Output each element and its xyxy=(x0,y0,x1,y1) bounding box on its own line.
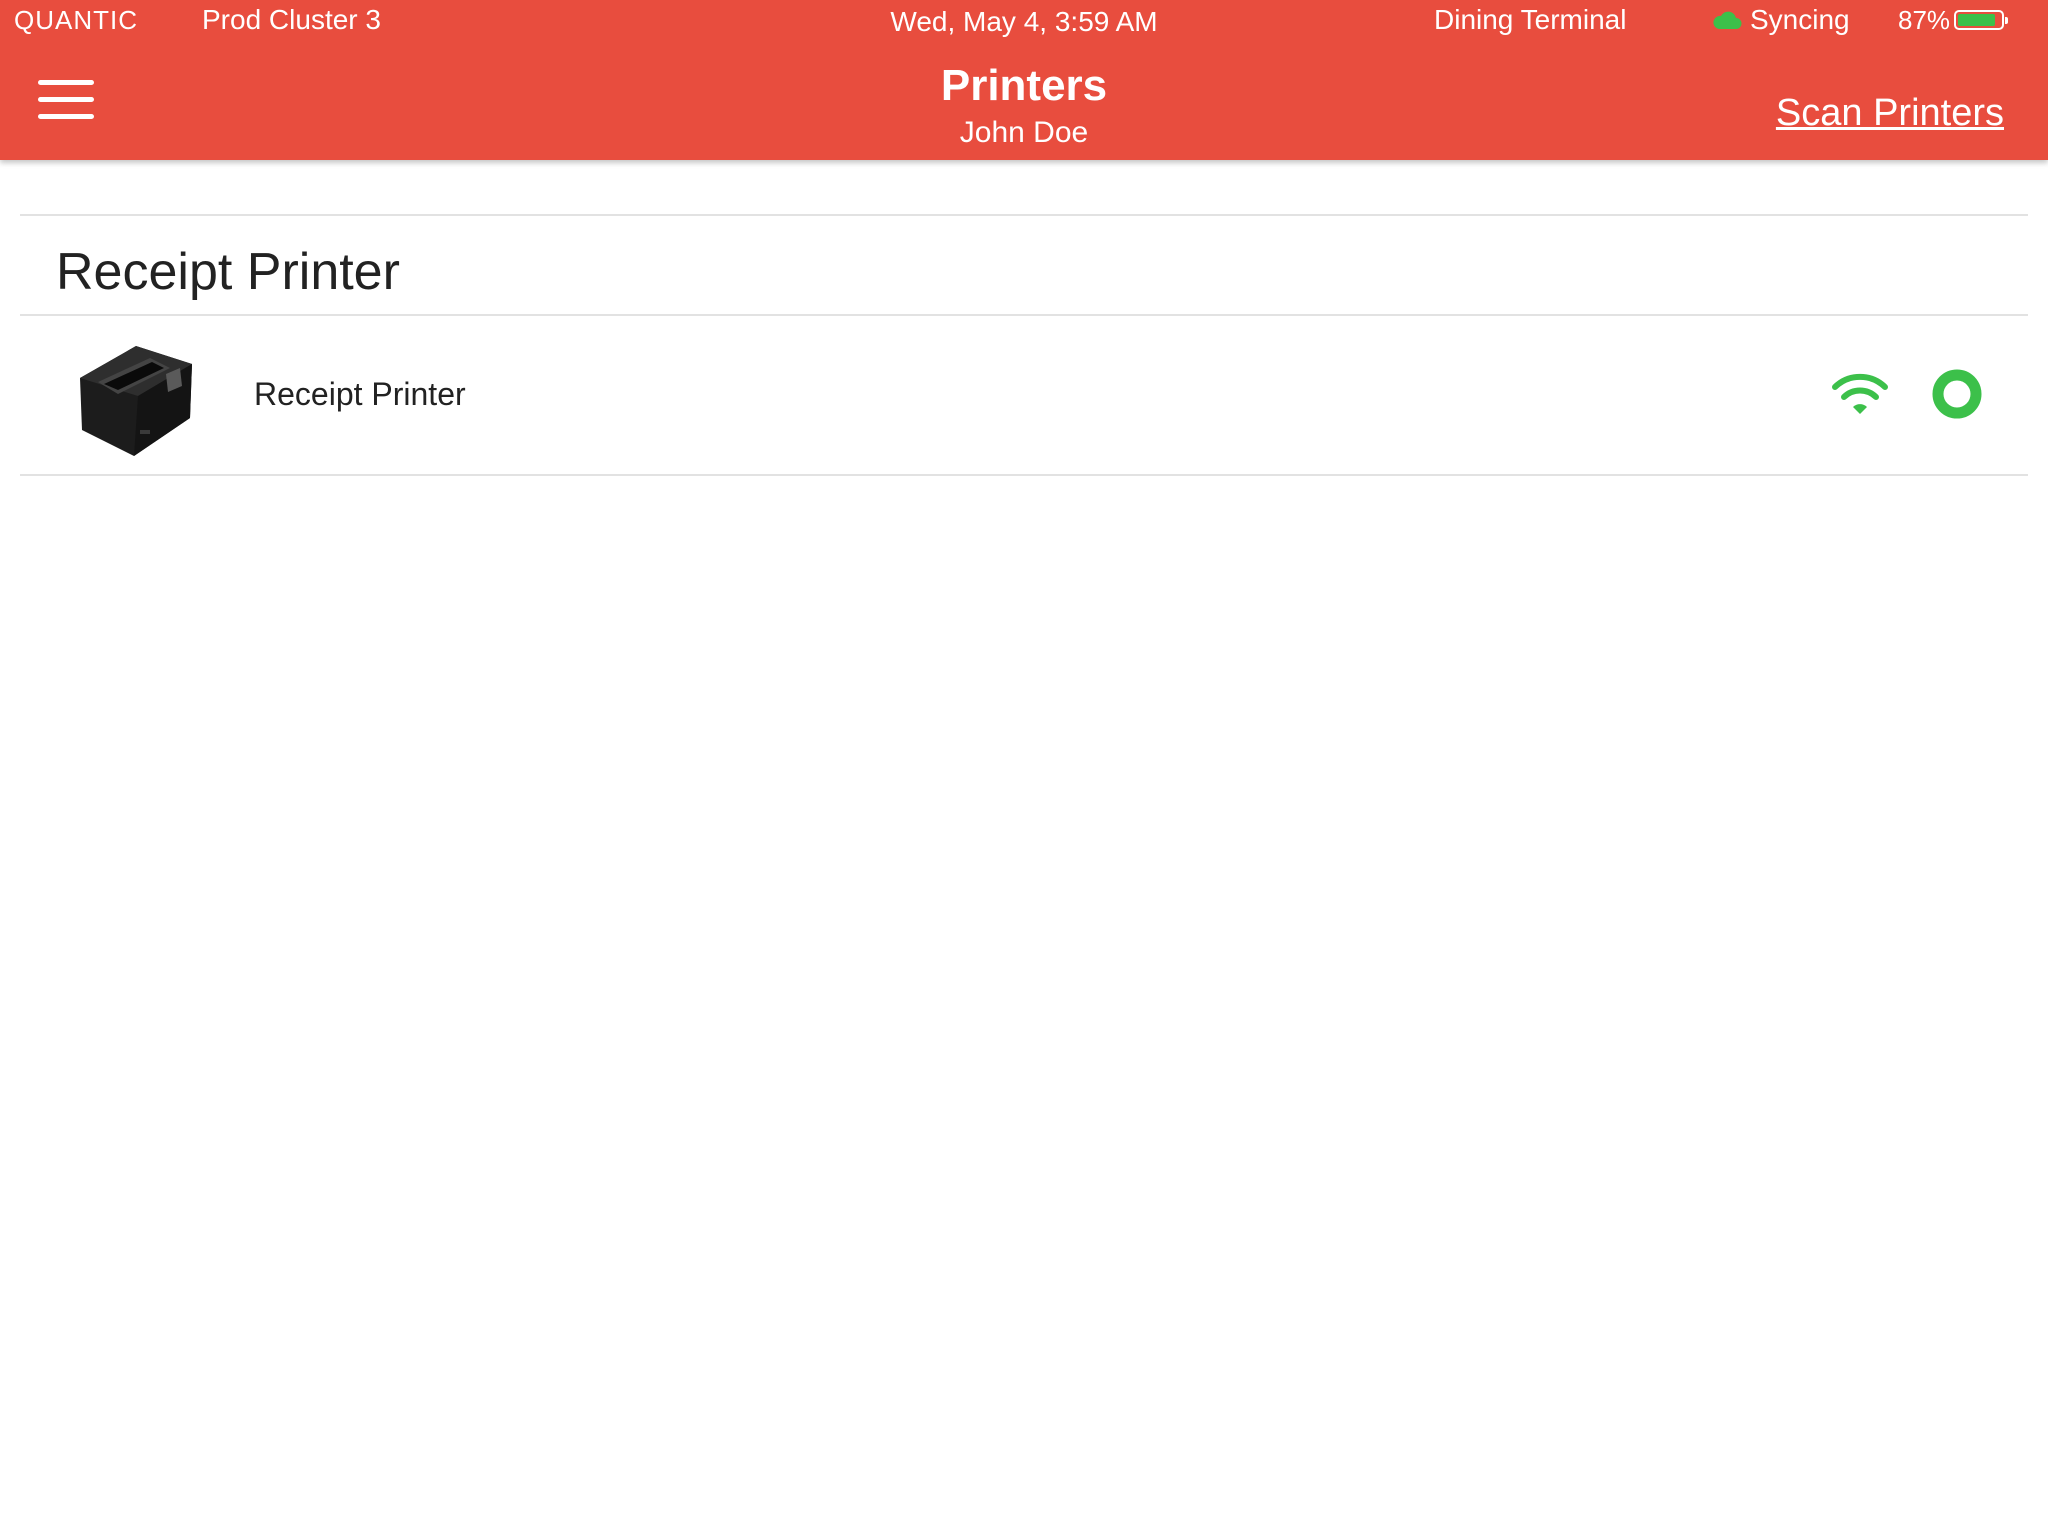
battery-fill xyxy=(1958,14,1995,26)
receipt-printer-icon xyxy=(80,346,192,456)
wifi-icon xyxy=(1832,373,1888,414)
printer-name: Receipt Printer xyxy=(254,376,466,412)
page-title: Printers xyxy=(940,61,1108,110)
scan-printers-button[interactable]: Scan Printers xyxy=(1776,90,2004,136)
app-header: QUANTIC Prod Cluster 3 Wed, May 4, 3:59 … xyxy=(0,0,2048,160)
section-title: Receipt Printer xyxy=(56,243,400,301)
printer-list-item[interactable]: Receipt Printer xyxy=(20,316,2028,474)
battery-percent: 87% xyxy=(1898,5,1951,35)
page-subtitle: John Doe xyxy=(959,116,1089,149)
divider xyxy=(20,214,2028,216)
terminal-name: Dining Terminal xyxy=(1434,4,1627,35)
status-online-icon xyxy=(1932,369,1982,419)
battery-status: 87% xyxy=(1898,0,2009,40)
cloud-icon xyxy=(1713,11,1742,29)
divider xyxy=(20,474,2028,476)
battery-icon xyxy=(1954,10,2009,30)
sync-status: Syncing xyxy=(1712,0,1850,40)
sync-status-label: Syncing xyxy=(1750,4,1850,35)
